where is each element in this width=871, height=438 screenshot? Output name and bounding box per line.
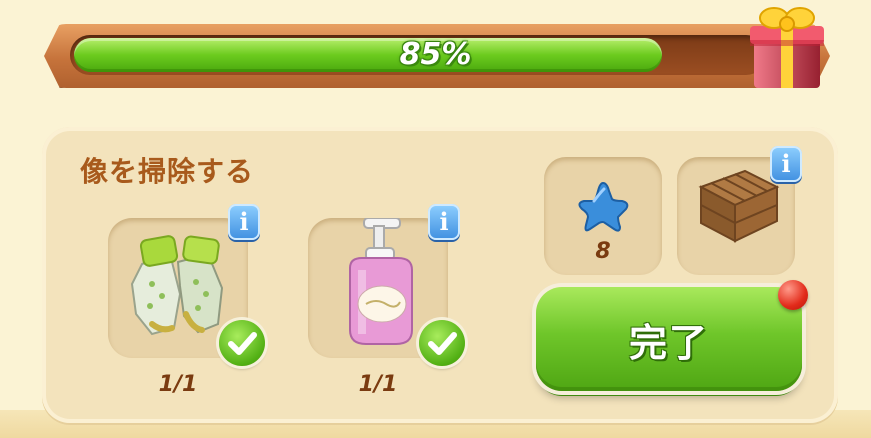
notification-dot xyxy=(778,280,808,310)
check-icon xyxy=(219,320,265,366)
info-icon[interactable]: i xyxy=(770,146,802,182)
reward-amount: 8 xyxy=(595,239,611,264)
complete-button[interactable]: 完了 xyxy=(536,287,802,391)
check-icon xyxy=(419,320,465,366)
info-icon[interactable]: i xyxy=(228,204,260,240)
wooden-crate-icon xyxy=(698,169,780,243)
soap-bottle-icon xyxy=(349,218,413,345)
gift-box-icon[interactable] xyxy=(748,0,826,92)
requirement-count-soap-bottle: 1/1 xyxy=(358,372,398,397)
blue-star-icon xyxy=(578,181,629,232)
task-title: 像を掃除する xyxy=(80,155,255,188)
complete-button-label: 完了 xyxy=(628,320,709,365)
gloves-icon xyxy=(130,235,224,336)
info-icon[interactable]: i xyxy=(428,204,460,240)
progress-percent-label: 85% xyxy=(399,37,472,72)
requirement-count-gloves: 1/1 xyxy=(158,372,198,397)
reward-slot-star[interactable]: 8 xyxy=(544,157,662,275)
